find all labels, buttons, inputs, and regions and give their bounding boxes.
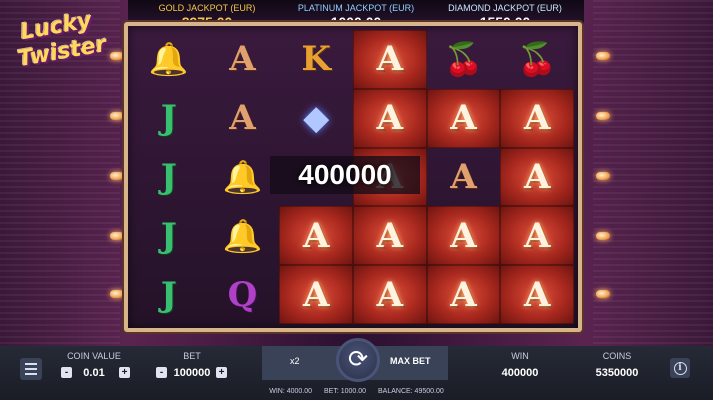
- lamp-right: [596, 290, 610, 298]
- info-button[interactable]: i: [670, 358, 690, 378]
- symbol-j: J: [160, 156, 177, 197]
- reel-cell: A: [427, 148, 501, 207]
- reel-cell: J: [132, 89, 206, 148]
- reel-cell: 🔔: [206, 206, 280, 265]
- footer-balance: BALANCE: 49500.00: [377, 388, 444, 395]
- reel-cell: A: [426, 88, 501, 148]
- symbol-a: A: [229, 98, 256, 139]
- control-bar: COIN VALUE - 0.01 + BET - 100000 + x2 ⟳ …: [0, 338, 713, 400]
- reel-cell: 🍒: [500, 30, 574, 89]
- symbol-a: A: [376, 215, 404, 256]
- bet-value: 100000: [173, 367, 211, 379]
- reel-cell: A: [352, 30, 427, 89]
- win-value: 400000: [501, 367, 539, 379]
- reel-cell: A: [352, 206, 427, 266]
- coin-value-label: COIN VALUE: [67, 351, 121, 361]
- win-banner: 400000: [270, 156, 420, 194]
- symbol-a: A: [376, 98, 404, 139]
- reel-cell: Q: [206, 265, 280, 324]
- reel-cell: A: [206, 89, 280, 148]
- symbol-a: A: [450, 156, 477, 197]
- reel-cell: A: [500, 206, 574, 266]
- bet-decrease-button[interactable]: -: [156, 367, 167, 378]
- hamburger-icon-bar: [25, 373, 37, 375]
- symbol-a: A: [376, 39, 404, 80]
- reel-cell: 🔔: [132, 30, 206, 89]
- max-bet-button[interactable]: MAX BET: [390, 356, 431, 366]
- symbol-j: J: [160, 98, 177, 139]
- symbol-a: A: [523, 98, 551, 139]
- coins-label: COINS: [602, 351, 632, 361]
- cherry-icon: 🍒: [517, 40, 558, 79]
- reel-cell: K: [279, 30, 353, 89]
- symbol-a: A: [376, 274, 404, 315]
- lamp-right: [596, 52, 610, 60]
- win-label: WIN: [511, 351, 529, 361]
- bell-icon: 🔔: [148, 40, 189, 79]
- lamp-left: [110, 232, 124, 240]
- reel-cell: A: [500, 265, 574, 324]
- reel-cell: A: [426, 265, 501, 324]
- symbol-a: A: [302, 274, 330, 315]
- footer-bet: BET: 1000.00: [324, 388, 367, 395]
- symbol-a: A: [523, 274, 551, 315]
- reel-cell: A: [352, 265, 427, 324]
- lamp-right: [596, 172, 610, 180]
- reel-cell: A: [279, 265, 353, 324]
- bet-label: BET: [183, 351, 201, 361]
- reel-cell: J: [132, 265, 206, 324]
- reel-cell: 🔔: [206, 148, 280, 207]
- reel-cell: A: [279, 206, 353, 266]
- coin-value-increase-button[interactable]: +: [119, 367, 130, 378]
- symbol-a: A: [450, 274, 477, 315]
- symbol-q: Q: [227, 274, 258, 315]
- jackpot-title: GOLD JACKPOT (EUR): [158, 3, 256, 13]
- reel-cell: 🍒: [427, 30, 501, 89]
- reel-cell: J: [132, 148, 206, 207]
- hamburger-icon-bar: [25, 363, 37, 365]
- reel-cell: J: [132, 206, 206, 265]
- hamburger-icon-bar: [25, 368, 37, 370]
- jackpot-title: DIAMOND JACKPOT (EUR): [448, 3, 562, 13]
- spin-button[interactable]: ⟳: [336, 338, 380, 382]
- reel-cell: A: [500, 147, 574, 207]
- symbol-a: A: [450, 98, 477, 139]
- reel-cell: ◆: [279, 89, 353, 148]
- coin-value-decrease-button[interactable]: -: [61, 367, 72, 378]
- refresh-icon: ⟳: [347, 346, 369, 373]
- right-light-wall: [593, 0, 713, 346]
- jackpot-title: PLATINUM JACKPOT (EUR): [297, 3, 415, 13]
- symbol-a: A: [523, 156, 551, 197]
- reel-cell: A: [500, 88, 574, 148]
- symbol-a: A: [523, 215, 551, 256]
- cherry-icon: 🍒: [443, 40, 484, 79]
- lamp-left: [110, 172, 124, 180]
- lamp-right: [596, 112, 610, 120]
- symbol-k: K: [301, 39, 331, 80]
- lamp-left: [110, 52, 124, 60]
- symbol-a: A: [302, 215, 330, 256]
- bell-icon: 🔔: [222, 157, 263, 196]
- symbol-j: J: [160, 215, 177, 256]
- reel-cell: A: [206, 30, 280, 89]
- symbol-a: A: [450, 215, 477, 256]
- bet-increase-button[interactable]: +: [216, 367, 227, 378]
- symbol-j: J: [160, 274, 177, 315]
- multiplier-button[interactable]: x2: [290, 356, 300, 366]
- lamp-left: [110, 112, 124, 120]
- lamp-left: [110, 290, 124, 298]
- coins-value: 5350000: [595, 367, 639, 379]
- footer-win: WIN: 4000.00: [269, 388, 313, 395]
- info-icon: i: [673, 361, 687, 375]
- reel-cell: A: [352, 88, 427, 148]
- footer-stats: WIN: 4000.00 BET: 1000.00 BALANCE: 49500…: [0, 388, 713, 395]
- diamond-icon: ◆: [303, 98, 330, 139]
- symbol-a: A: [229, 39, 256, 80]
- lamp-right: [596, 232, 610, 240]
- bell-icon: 🔔: [222, 216, 263, 255]
- coin-value: 0.01: [83, 367, 105, 379]
- menu-button[interactable]: [20, 358, 42, 380]
- reel-cell: A: [426, 206, 501, 266]
